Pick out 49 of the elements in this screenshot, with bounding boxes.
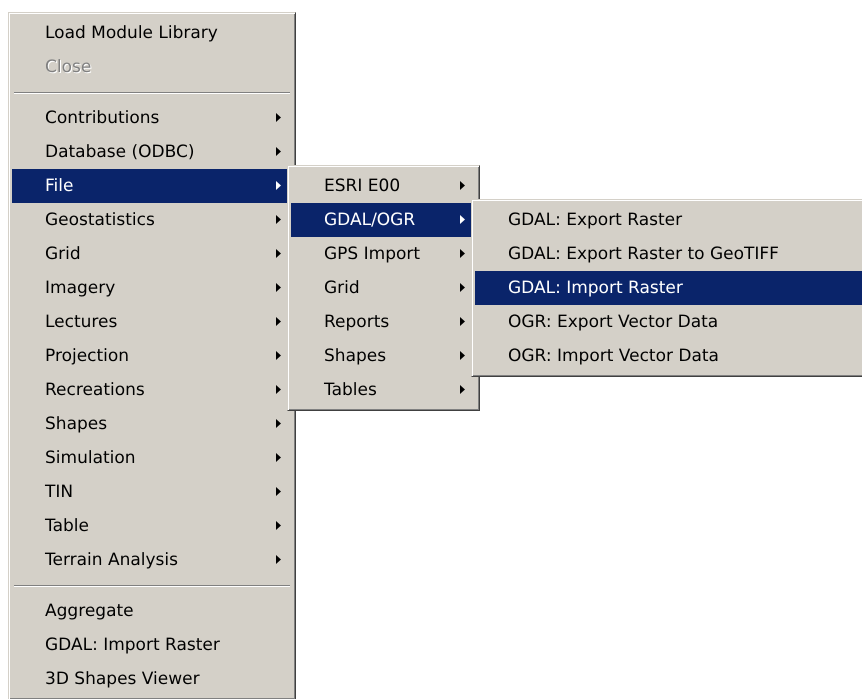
submenu-arrow-icon [276,487,281,496]
menu-item[interactable]: Geostatistics [12,203,292,237]
submenu-arrow-icon [276,181,281,190]
submenu-arrow-icon [276,113,281,122]
submenu-arrow-icon [276,419,281,428]
submenu-arrow-icon [276,555,281,564]
menu-item[interactable]: Imagery [12,271,292,305]
menu-item[interactable]: GDAL: Import Raster [12,628,292,662]
menu-item[interactable]: Terrain Analysis [12,543,292,577]
submenu-arrow-icon [276,317,281,326]
menu-item[interactable]: Load Module Library [12,16,292,50]
submenu-arrow-icon [460,317,465,326]
menu-item[interactable]: OGR: Export Vector Data [475,305,862,339]
menu-item[interactable]: Shapes [291,339,476,373]
menu-item[interactable]: Contributions [12,101,292,135]
submenu-arrow-icon [276,351,281,360]
submenu-arrow-icon [460,283,465,292]
submenu-arrow-icon [276,147,281,156]
menu-item[interactable]: Lectures [12,305,292,339]
menu-item[interactable]: Tables [291,373,476,407]
menu-item[interactable]: Simulation [12,441,292,475]
menu-item[interactable]: GDAL: Export Raster [475,203,862,237]
menu-item[interactable]: GPS Import [291,237,476,271]
menu-item[interactable]: 3D Shapes Viewer [12,662,292,696]
submenu-arrow-icon [276,215,281,224]
menu-item[interactable]: Recreations [12,373,292,407]
menu-item[interactable]: Shapes [12,407,292,441]
submenu-arrow-icon [460,385,465,394]
menu-item[interactable]: Reports [291,305,476,339]
menu-item[interactable]: OGR: Import Vector Data [475,339,862,373]
submenu-arrow-icon [460,351,465,360]
menu-item[interactable]: Grid [12,237,292,271]
submenu-arrow-icon [276,385,281,394]
menu-item[interactable]: Projection [12,339,292,373]
submenu-arrow-icon [276,453,281,462]
menu-item[interactable]: Database (ODBC) [12,135,292,169]
submenu-arrow-icon [460,215,465,224]
menu-item[interactable]: Grid [291,271,476,305]
submenu-arrow-icon [276,283,281,292]
submenu-arrow-icon [276,521,281,530]
submenu-arrow-icon [460,181,465,190]
menu-item[interactable]: Aggregate [12,594,292,628]
menu-item[interactable]: GDAL: Import Raster [475,271,862,305]
menu-item[interactable]: Table [12,509,292,543]
menu-item[interactable]: TIN [12,475,292,509]
menu-item[interactable]: ESRI E00 [291,169,476,203]
menu-item[interactable]: GDAL: Export Raster to GeoTIFF [475,237,862,271]
submenu-arrow-icon [276,249,281,258]
submenu-arrow-icon [460,249,465,258]
